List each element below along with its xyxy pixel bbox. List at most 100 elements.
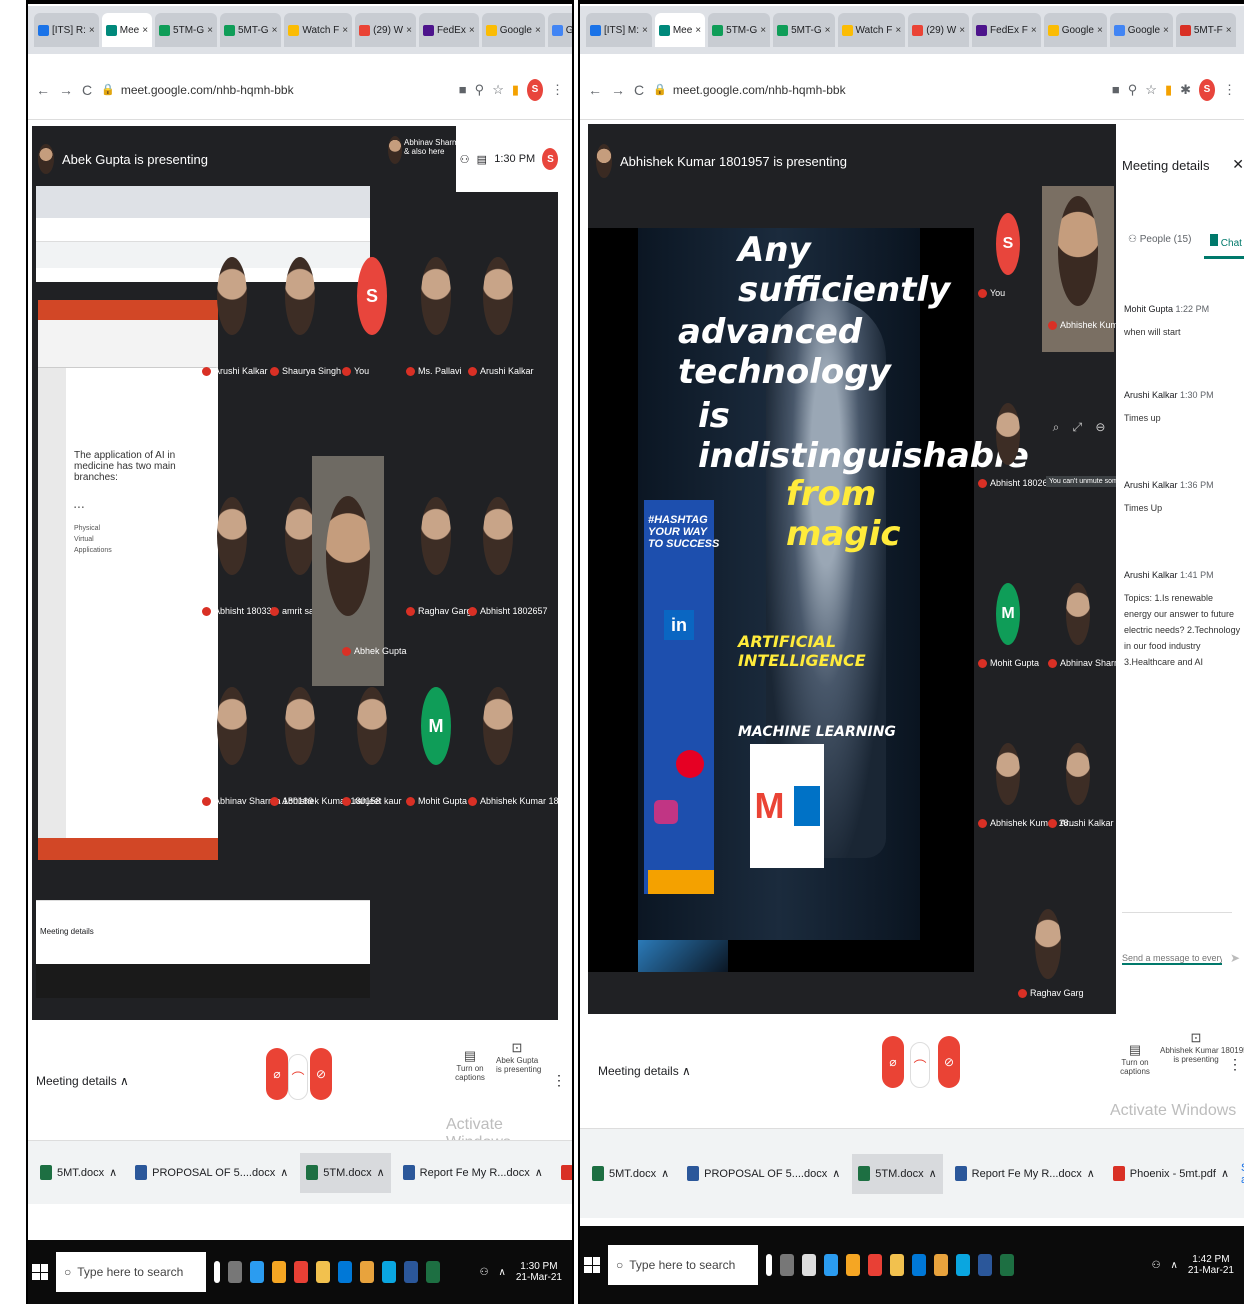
browser-tab[interactable]: Mee × [101,13,153,47]
browser-tab[interactable]: Google× [1043,13,1107,47]
send-icon[interactable]: ➤ [1230,951,1240,965]
tab-close-icon[interactable]: × [1163,25,1169,36]
profile-avatar[interactable]: S [1199,78,1215,101]
profile-avatar[interactable]: S [527,78,543,101]
chat-tab[interactable]: Chat [1210,234,1242,249]
opera-icon[interactable] [868,1254,882,1276]
menu-icon[interactable]: ⋮ [551,82,564,98]
camera-off-button[interactable]: ⊘ [310,1048,332,1100]
word-icon[interactable] [978,1254,992,1276]
edge-icon[interactable] [824,1254,838,1276]
extension-icon[interactable]: ▮ [512,82,519,98]
edge-new-icon[interactable] [956,1254,970,1276]
chevron-up-icon[interactable]: ∧ [109,1166,117,1179]
tab-close-icon[interactable]: × [89,25,95,36]
chat-input[interactable] [1122,953,1222,965]
meeting-details-button[interactable]: Meeting details ∧ [598,1064,691,1078]
task-view-icon[interactable] [780,1254,794,1276]
star-icon[interactable]: ☆ [1145,82,1157,98]
download-item[interactable]: PROPOSAL OF 5....docx ∧ [129,1153,294,1193]
tab-close-icon[interactable]: × [695,25,701,36]
new-tab-icon[interactable]: + [1239,20,1244,41]
browser-tab[interactable]: 5TM-G × [155,13,217,47]
download-item[interactable]: Report Fe My R...docx ∧ [949,1154,1101,1194]
file-explorer-icon[interactable] [890,1254,904,1276]
clock[interactable]: 1:42 PM 21-Mar-21 [1188,1254,1234,1276]
leave-call-button[interactable]: ⌒ [910,1042,930,1088]
excel-icon[interactable] [1000,1254,1014,1276]
captions-button[interactable]: ▤ Turn on captions [1110,1042,1160,1076]
browser-tab[interactable]: Watch F × [837,13,906,47]
people-tray-icon[interactable]: ⚇ [480,1267,489,1278]
people-icon[interactable]: ⚇ [460,153,470,166]
firefox-icon[interactable] [272,1261,286,1283]
chrome-icon[interactable] [934,1254,948,1276]
download-item[interactable]: 5TM.docx ∧ [300,1152,391,1193]
zoom-icon[interactable]: ⚲ [1128,82,1138,98]
chevron-up-icon[interactable]: ∧ [832,1167,840,1180]
browser-tab[interactable]: 5MT-G × [220,13,282,47]
bag-icon[interactable] [802,1254,816,1276]
account-avatar[interactable]: S [542,148,559,170]
browser-tab[interactable]: Google× [481,13,545,47]
url-field[interactable]: 🔒 meet.google.com/nhb-hqmh-bbk [653,83,1103,97]
download-item[interactable]: 5MT.docx ∧ [34,1153,123,1193]
edge-new-icon[interactable] [382,1261,396,1283]
taskbar-search[interactable]: ○ Type here to search [608,1245,758,1285]
store-icon[interactable] [338,1261,352,1283]
chevron-up-icon[interactable]: ∧ [280,1166,288,1179]
browser-tab[interactable]: FedEx × [418,13,479,47]
task-view-icon[interactable] [228,1261,242,1283]
camera-icon[interactable]: ■ [459,82,467,97]
excel-icon[interactable] [426,1261,440,1283]
browser-tab[interactable]: [ITS] M: × [586,13,652,47]
file-explorer-icon[interactable] [316,1261,330,1283]
browser-tab[interactable]: Watch F × [284,13,353,47]
pin-icon[interactable]: ⌕ [1053,420,1060,435]
chrome-icon[interactable] [360,1261,374,1283]
download-item[interactable]: Phoenix - 5mt.pdf ∧ [1107,1154,1235,1194]
puzzle-icon[interactable]: ✱ [1180,82,1191,98]
tab-close-icon[interactable]: × [535,25,541,36]
mic-icon[interactable] [214,1261,220,1283]
download-item[interactable]: Report Fe My R...docx ∧ [397,1153,549,1193]
browser-tab[interactable]: (29) W × [908,13,970,47]
clock[interactable]: 1:30 PM 21-Mar-21 [516,1261,562,1283]
present-button[interactable]: ⊡ Abek Gupta is presenting [496,1040,541,1074]
download-item[interactable]: 5MT.docx ∧ [586,1154,675,1194]
present-button[interactable]: ⊡Abhishek Kumar 1801957 is presenting [1160,1030,1244,1064]
forward-icon[interactable]: → [611,82,625,98]
taskbar-search[interactable]: ○ Type here to search [56,1252,206,1292]
camera-off-button[interactable]: ⊘ [938,1036,960,1088]
download-item[interactable]: PROPOSAL OF 5....docx ∧ [681,1154,846,1194]
mic-off-button[interactable]: ⌀ [266,1048,288,1100]
tab-close-icon[interactable]: × [342,25,348,36]
chevron-up-icon[interactable]: ∧ [661,1167,669,1180]
browser-tab[interactable]: (29) W × [355,13,416,47]
chevron-up-icon[interactable]: ∧ [1221,1167,1229,1180]
chevron-up-icon[interactable]: ∧ [1087,1167,1095,1180]
browser-tab[interactable]: Google× [1109,13,1173,47]
browser-tab[interactable]: 5TM-G × [708,13,771,47]
people-tray-icon[interactable]: ⚇ [1152,1260,1161,1271]
extension-icon[interactable]: ▮ [1165,82,1172,98]
tab-close-icon[interactable]: × [825,25,831,36]
forward-icon[interactable]: → [59,82,73,98]
mic-icon[interactable] [766,1254,772,1276]
tab-close-icon[interactable]: × [207,25,213,36]
chevron-up-icon[interactable]: ∧ [1171,1260,1178,1271]
meeting-details-button[interactable]: Meeting details ∧ [36,1074,129,1088]
browser-tab[interactable]: Mee × [654,13,706,47]
tab-close-icon[interactable]: × [760,25,766,36]
browser-tab[interactable]: 5MT-G × [773,13,835,47]
browser-tab[interactable]: 5MT-F × [1175,13,1236,47]
more-options-icon[interactable]: ⋮ [552,1072,566,1089]
mic-off-button[interactable]: ⌀ [882,1036,904,1088]
zoom-icon[interactable]: ⚲ [475,82,485,98]
url-field[interactable]: 🔒 meet.google.com/nhb-hqmh-bbk [101,83,450,97]
people-tab[interactable]: ⚇ People (15) [1128,234,1191,245]
browser-tab[interactable]: FedEx F × [972,13,1041,47]
store-icon[interactable] [912,1254,926,1276]
tab-close-icon[interactable]: × [1226,25,1232,36]
captions-button[interactable]: ▤ Turn on captions [442,1048,498,1082]
